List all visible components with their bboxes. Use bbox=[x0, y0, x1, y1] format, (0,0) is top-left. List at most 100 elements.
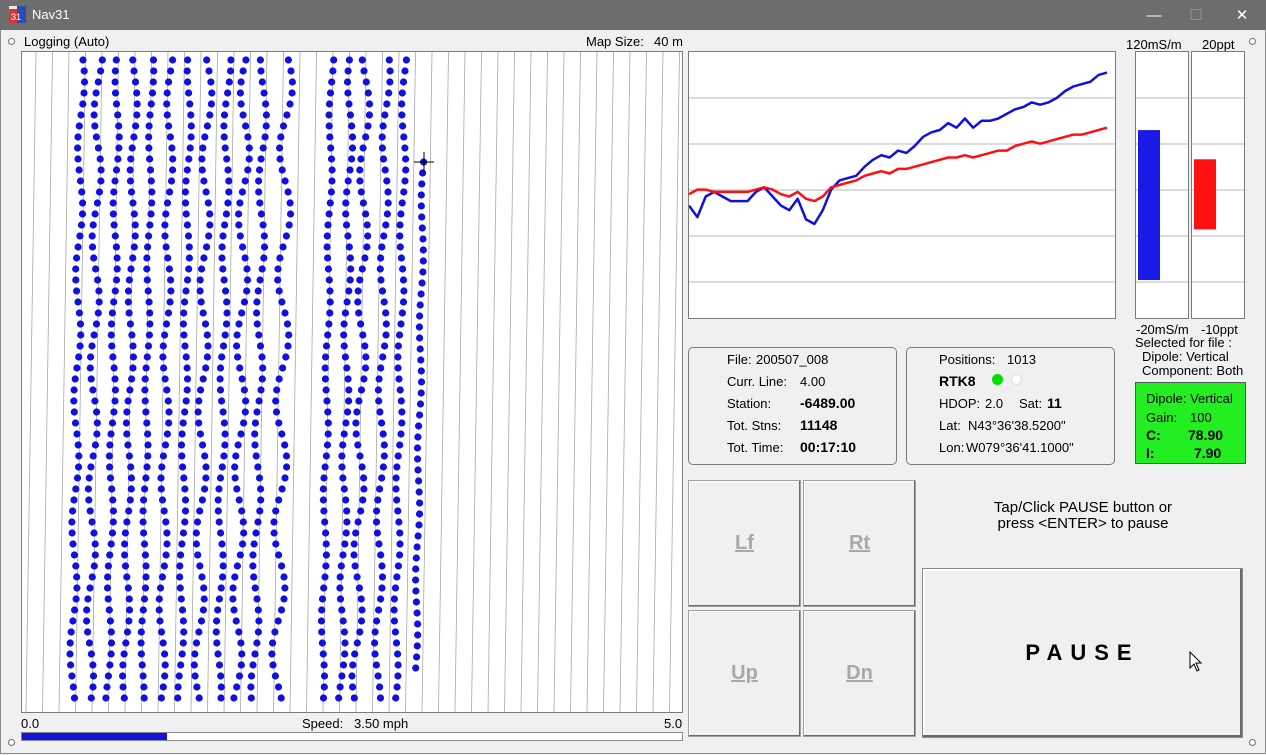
nav-right-button[interactable]: Rt bbox=[803, 480, 916, 607]
survey-point bbox=[121, 529, 129, 537]
survey-point bbox=[79, 100, 87, 108]
survey-point bbox=[416, 301, 424, 309]
survey-point bbox=[125, 452, 133, 460]
survey-point bbox=[396, 232, 404, 240]
survey-point bbox=[141, 397, 149, 405]
nav-left-button[interactable]: Lf bbox=[688, 480, 801, 607]
survey-point bbox=[70, 386, 78, 394]
survey-point bbox=[204, 342, 212, 350]
survey-point bbox=[279, 364, 287, 372]
survey-point bbox=[380, 232, 388, 240]
survey-point bbox=[198, 166, 206, 174]
survey-point bbox=[131, 232, 139, 240]
survey-point bbox=[180, 309, 188, 317]
survey-point bbox=[354, 298, 362, 306]
survey-point bbox=[92, 320, 101, 328]
survey-point bbox=[348, 672, 356, 680]
logging-mode-label: Logging (Auto) bbox=[24, 34, 110, 49]
survey-point bbox=[342, 496, 350, 504]
survey-point bbox=[378, 243, 386, 251]
survey-point bbox=[127, 485, 135, 493]
survey-point bbox=[414, 433, 422, 441]
survey-point bbox=[157, 474, 165, 482]
survey-point bbox=[249, 551, 257, 559]
track-line bbox=[586, 52, 598, 712]
survey-point bbox=[270, 518, 278, 526]
survey-point bbox=[84, 595, 92, 603]
survey-point bbox=[70, 694, 79, 702]
survey-point bbox=[398, 408, 406, 416]
survey-point bbox=[345, 386, 353, 394]
survey-point bbox=[230, 694, 238, 702]
survey-point bbox=[87, 694, 95, 702]
survey-point bbox=[235, 221, 243, 229]
survey-point bbox=[126, 496, 134, 504]
survey-point bbox=[203, 243, 211, 251]
survey-point bbox=[343, 518, 351, 526]
survey-point bbox=[85, 474, 93, 482]
survey-point bbox=[127, 155, 135, 163]
survey-point bbox=[222, 210, 230, 218]
survey-point bbox=[144, 287, 152, 295]
survey-point bbox=[187, 111, 195, 119]
survey-point bbox=[362, 78, 370, 86]
close-button[interactable]: ✕ bbox=[1219, 0, 1265, 30]
survey-point bbox=[280, 573, 288, 581]
survey-point bbox=[166, 188, 174, 196]
survey-point bbox=[237, 78, 245, 86]
survey-point bbox=[247, 694, 255, 702]
survey-point bbox=[399, 298, 408, 306]
survey-point bbox=[80, 78, 89, 86]
survey-point bbox=[415, 422, 423, 430]
nav-down-button[interactable]: Dn bbox=[803, 610, 916, 737]
survey-point bbox=[145, 144, 153, 152]
survey-point bbox=[200, 177, 208, 185]
survey-point bbox=[342, 210, 350, 218]
survey-point bbox=[417, 367, 425, 375]
survey-point bbox=[394, 364, 402, 372]
survey-point bbox=[235, 496, 243, 504]
survey-point bbox=[76, 342, 84, 350]
minimize-button[interactable]: — bbox=[1131, 0, 1177, 30]
survey-point bbox=[328, 177, 336, 185]
survey-point bbox=[378, 573, 387, 581]
selected-dipole: Dipole: Vertical bbox=[1142, 349, 1229, 364]
survey-point bbox=[374, 672, 382, 680]
survey-point bbox=[377, 364, 385, 372]
survey-point bbox=[251, 650, 259, 658]
survey-point bbox=[239, 243, 247, 251]
survey-point bbox=[286, 100, 294, 108]
survey-point bbox=[227, 56, 235, 64]
survey-point bbox=[324, 254, 332, 262]
survey-point bbox=[75, 309, 83, 317]
survey-point bbox=[284, 188, 292, 196]
survey-point bbox=[126, 177, 135, 185]
survey-point bbox=[257, 67, 265, 75]
survey-map[interactable] bbox=[21, 51, 683, 713]
survey-point bbox=[243, 287, 251, 295]
survey-point bbox=[399, 78, 408, 86]
survey-point bbox=[202, 463, 210, 471]
survey-point bbox=[376, 408, 384, 416]
survey-point bbox=[318, 639, 326, 647]
survey-point bbox=[69, 683, 77, 691]
survey-point bbox=[78, 210, 87, 218]
survey-point bbox=[272, 540, 280, 548]
survey-point bbox=[181, 485, 189, 493]
survey-point bbox=[148, 199, 156, 207]
conductivity-gauge bbox=[1135, 51, 1189, 319]
survey-point bbox=[224, 199, 232, 207]
survey-point bbox=[321, 375, 329, 383]
survey-point bbox=[199, 375, 207, 383]
survey-point bbox=[215, 661, 224, 669]
survey-point bbox=[364, 122, 372, 130]
survey-point bbox=[345, 100, 353, 108]
survey-point bbox=[353, 639, 361, 647]
survey-point bbox=[97, 177, 105, 185]
survey-point bbox=[215, 518, 223, 526]
survey-point bbox=[73, 584, 81, 592]
survey-point bbox=[354, 287, 362, 295]
survey-point bbox=[233, 342, 241, 350]
maximize-button[interactable]: ☐ bbox=[1173, 0, 1219, 30]
nav-up-button[interactable]: Up bbox=[688, 610, 801, 737]
